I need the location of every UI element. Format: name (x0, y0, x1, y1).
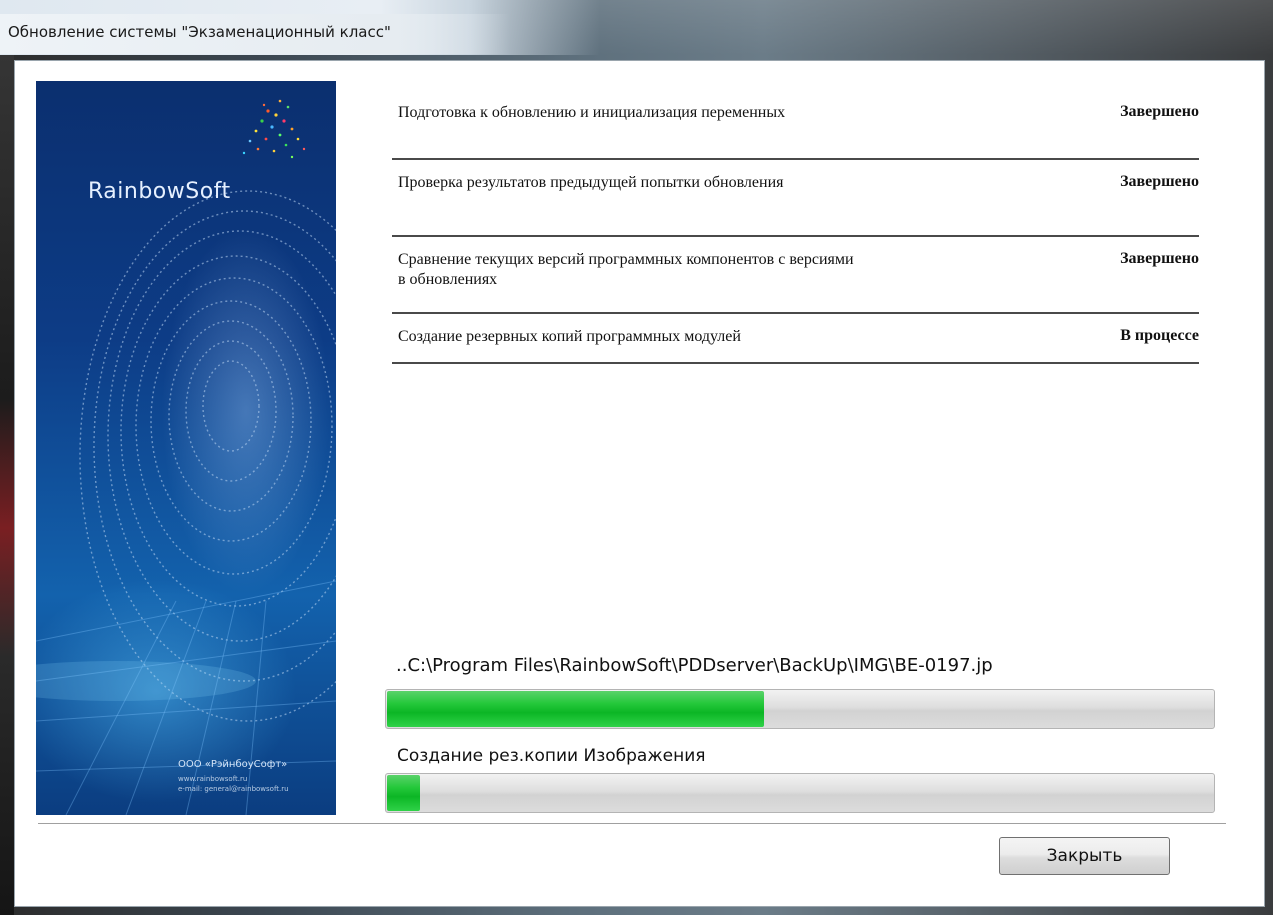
banner-website: www.rainbowsoft.ru (178, 775, 248, 783)
rainbowsoft-banner: RainbowSoft ООО «РэйнбоуСофт» www.rainbo… (36, 81, 336, 815)
task-row: Создание резервных копий программных мод… (392, 314, 1199, 364)
stage-progress-fill (387, 775, 421, 811)
stage-label: Создание рез.копии Изображения (397, 746, 706, 766)
banner-email: e-mail: general@rainbowsoft.ru (178, 785, 289, 793)
current-file-path: ..C:\Program Files\RainbowSoft\PDDserver… (396, 655, 993, 676)
task-label: Проверка результатов предыдущей попытки … (398, 174, 784, 191)
overall-progress-bar (385, 689, 1215, 729)
title-bar[interactable]: Обновление системы "Экзаменационный клас… (0, 0, 1273, 55)
window-frame-left (0, 55, 14, 915)
window-title: Обновление системы "Экзаменационный клас… (8, 23, 391, 41)
task-status: Завершено (1120, 173, 1199, 190)
task-label: Создание резервных копий программных мод… (398, 328, 741, 345)
banner-company-name: ООО «РэйнбоуСофт» (178, 759, 288, 770)
stage-progress-bar (385, 773, 1215, 813)
task-status: Завершено (1120, 103, 1199, 120)
task-label: Сравнение текущих версий программных ком… (398, 251, 854, 288)
update-task-list: Подготовка к обновлению и инициализация … (392, 96, 1199, 364)
update-dialog: RainbowSoft ООО «РэйнбоуСофт» www.rainbo… (14, 60, 1265, 907)
logo-sparkle-icon (242, 99, 306, 159)
task-label: Подготовка к обновлению и инициализация … (398, 104, 786, 121)
overall-progress-fill (387, 691, 764, 727)
task-row: Проверка результатов предыдущей попытки … (392, 160, 1199, 237)
task-row: Подготовка к обновлению и инициализация … (392, 96, 1199, 160)
desktop-background: Обновление системы "Экзаменационный клас… (0, 0, 1273, 915)
footer-divider (38, 823, 1226, 825)
rainbowsoft-logo: RainbowSoft (88, 179, 231, 204)
task-status: В процессе (1120, 327, 1199, 344)
close-button[interactable]: Закрыть (999, 837, 1170, 875)
task-row: Сравнение текущих версий программных ком… (392, 237, 1199, 314)
task-status: Завершено (1120, 250, 1199, 267)
